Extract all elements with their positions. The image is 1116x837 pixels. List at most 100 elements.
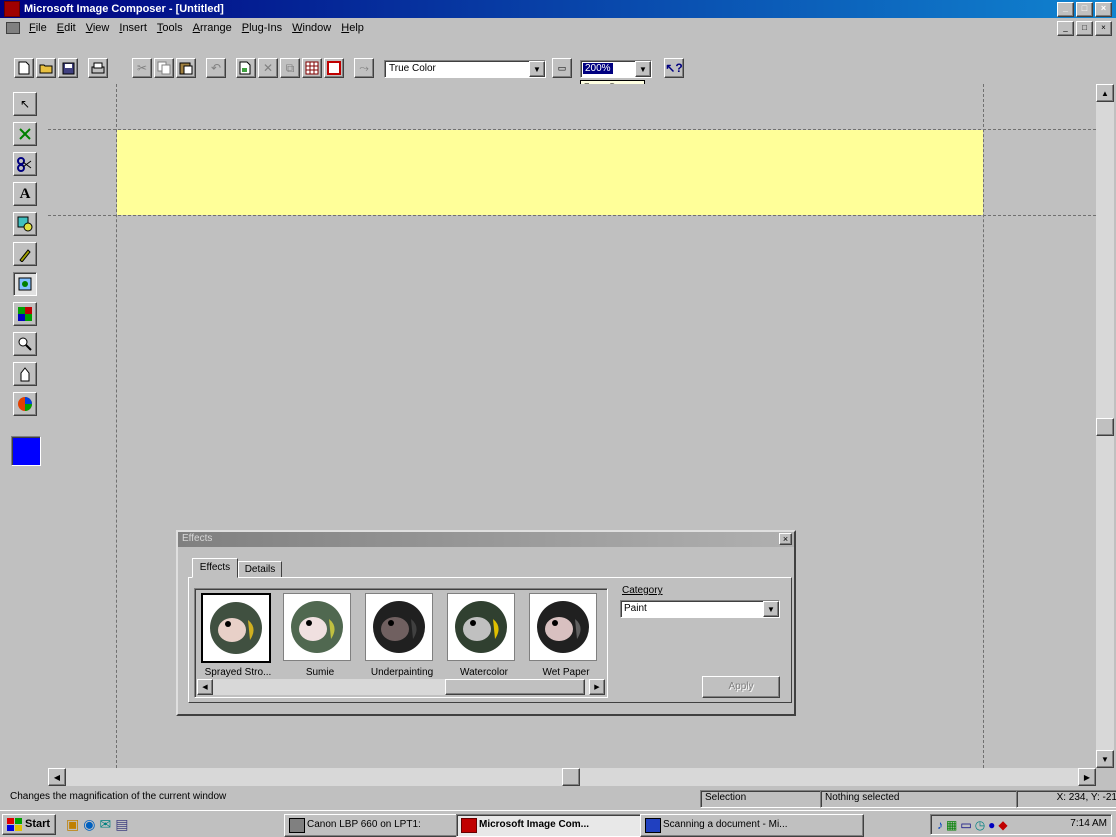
effect-item[interactable]: Underpainting — [361, 589, 443, 689]
doc-restore-button[interactable]: □ — [1076, 21, 1093, 36]
effect-thumbnail-image[interactable] — [447, 593, 515, 661]
duplicate-icon[interactable]: ⧉ — [280, 58, 300, 78]
cutout-icon[interactable] — [13, 152, 37, 176]
zoom-dropdown-icon[interactable]: ▼ — [635, 61, 651, 77]
effects-gallery[interactable]: Sprayed Stro... Sumie Underpainting Wate… — [194, 588, 608, 698]
menu-view[interactable]: View — [81, 22, 115, 34]
help-icon[interactable]: ↖? — [664, 58, 684, 78]
browser-icon[interactable]: ◉ — [83, 816, 95, 833]
clear-selection-icon[interactable] — [324, 58, 344, 78]
gallery-scrollbar[interactable]: ◀ ▶ — [197, 679, 605, 695]
antivirus-icon[interactable]: ● — [988, 818, 995, 832]
text-icon[interactable]: A — [13, 182, 37, 206]
send-icon[interactable]: ⤳ — [354, 58, 374, 78]
apply-button[interactable]: Apply — [702, 676, 780, 698]
horizontal-scroll-thumb[interactable] — [562, 768, 580, 786]
menu-edit[interactable]: Edit — [52, 22, 81, 34]
menu-window[interactable]: Window — [287, 22, 336, 34]
zoom-fit-icon[interactable]: ▭ — [552, 58, 572, 78]
menu-tools[interactable]: Tools — [152, 22, 188, 34]
outlook-icon[interactable]: ✉ — [99, 816, 111, 833]
vertical-scrollbar[interactable]: ▲ ▼ — [1096, 84, 1114, 768]
maximize-button[interactable]: □ — [1076, 2, 1093, 17]
effect-label: Wet Paper — [542, 667, 590, 678]
gallery-scroll-thumb[interactable] — [445, 679, 585, 695]
effect-item[interactable]: Wet Paper — [525, 589, 607, 689]
effect-item[interactable]: Sumie — [279, 589, 361, 689]
copy-icon[interactable] — [154, 58, 174, 78]
zoom-percent-value[interactable]: 200% — [583, 63, 613, 74]
shapes-icon[interactable] — [13, 212, 37, 236]
tray-app-icon[interactable]: ◆ — [998, 818, 1007, 832]
scheduler-icon[interactable]: ◷ — [975, 818, 985, 832]
menu-plugins[interactable]: Plug-Ins — [237, 22, 287, 34]
app-icon[interactable] — [4, 1, 20, 17]
volume-icon[interactable]: ♪ — [937, 818, 943, 832]
effect-thumbnail-image[interactable] — [201, 593, 271, 663]
window-title-bar[interactable]: Microsoft Image Composer - [Untitled] _ … — [0, 0, 1116, 18]
vertical-scroll-thumb[interactable] — [1096, 418, 1114, 436]
texture-icon[interactable] — [13, 302, 37, 326]
menu-file[interactable]: File — [24, 22, 52, 34]
status-hint: Changes the magnification of the current… — [10, 791, 227, 802]
effect-thumbnail-image[interactable] — [365, 593, 433, 661]
cut-icon[interactable]: ✂ — [132, 58, 152, 78]
save-icon[interactable] — [58, 58, 78, 78]
horizontal-scrollbar[interactable]: ◀ ▶ — [48, 768, 1096, 786]
undo-icon[interactable]: ↶ — [206, 58, 226, 78]
effect-thumbnail-image[interactable] — [283, 593, 351, 661]
category-dropdown-icon[interactable]: ▼ — [763, 601, 779, 617]
arrow-icon[interactable]: ↖ — [13, 92, 37, 116]
menu-help[interactable]: Help — [336, 22, 369, 34]
scroll-left-icon[interactable]: ◀ — [48, 768, 66, 786]
new-icon[interactable] — [14, 58, 34, 78]
monitor-icon[interactable]: ▭ — [960, 818, 971, 832]
color-tuning-icon[interactable] — [13, 392, 37, 416]
tab-effects[interactable]: Effects — [192, 558, 238, 578]
taskbar: Start ▣ ◉ ✉ ▤ Canon LBP 660 on LPT1: Mic… — [0, 810, 1116, 837]
document-icon[interactable] — [6, 22, 20, 34]
doc-minimize-button[interactable]: _ — [1057, 21, 1074, 36]
effects-close-button[interactable]: × — [779, 533, 792, 545]
zoom-icon[interactable] — [13, 332, 37, 356]
effect-thumbnail-image[interactable] — [529, 593, 597, 661]
effects-title-bar[interactable]: Effects × — [178, 532, 794, 547]
effect-item[interactable]: Watercolor — [443, 589, 525, 689]
open-icon[interactable] — [36, 58, 56, 78]
close-button[interactable]: × — [1095, 2, 1112, 17]
zoom-percent-select[interactable]: 200% ▼ — [580, 60, 652, 78]
insert-image-icon[interactable] — [236, 58, 256, 78]
scroll-right-icon[interactable]: ▶ — [1078, 768, 1096, 786]
paste-icon[interactable] — [176, 58, 196, 78]
task-printer[interactable]: Canon LBP 660 on LPT1: — [284, 814, 474, 837]
task-word-document[interactable]: Scanning a document - Mi... — [640, 814, 864, 837]
composition-banner[interactable] — [117, 130, 983, 215]
arrange-icon[interactable] — [13, 122, 37, 146]
gallery-scroll-right-icon[interactable]: ▶ — [589, 679, 605, 695]
start-button[interactable]: Start — [2, 814, 56, 835]
delete-icon[interactable]: ✕ — [258, 58, 278, 78]
clock[interactable]: 7:14 AM — [1070, 818, 1107, 829]
menu-insert[interactable]: Insert — [114, 22, 152, 34]
network-icon[interactable]: ▦ — [946, 818, 957, 832]
paint-icon[interactable] — [13, 242, 37, 266]
color-format-select[interactable]: True Color ▼ — [384, 60, 546, 78]
effects-icon[interactable] — [13, 272, 37, 296]
desktop-icon[interactable]: ▣ — [66, 816, 79, 833]
menu-arrange[interactable]: Arrange — [188, 22, 237, 34]
doc-close-button[interactable]: × — [1095, 21, 1112, 36]
pan-icon[interactable] — [13, 362, 37, 386]
grid-icon[interactable] — [302, 58, 322, 78]
channels-icon[interactable]: ▤ — [115, 816, 128, 833]
effect-item[interactable]: Sprayed Stro... — [197, 589, 279, 689]
scroll-up-icon[interactable]: ▲ — [1096, 84, 1114, 102]
color-format-dropdown-icon[interactable]: ▼ — [529, 61, 545, 77]
gallery-scroll-left-icon[interactable]: ◀ — [197, 679, 213, 695]
current-color-swatch[interactable] — [11, 436, 41, 466]
tab-details[interactable]: Details — [238, 561, 282, 578]
task-image-composer[interactable]: Microsoft Image Com... — [456, 814, 658, 837]
scroll-down-icon[interactable]: ▼ — [1096, 750, 1114, 768]
minimize-button[interactable]: _ — [1057, 2, 1074, 17]
print-icon[interactable] — [88, 58, 108, 78]
category-select[interactable]: Paint ▼ — [620, 600, 780, 618]
